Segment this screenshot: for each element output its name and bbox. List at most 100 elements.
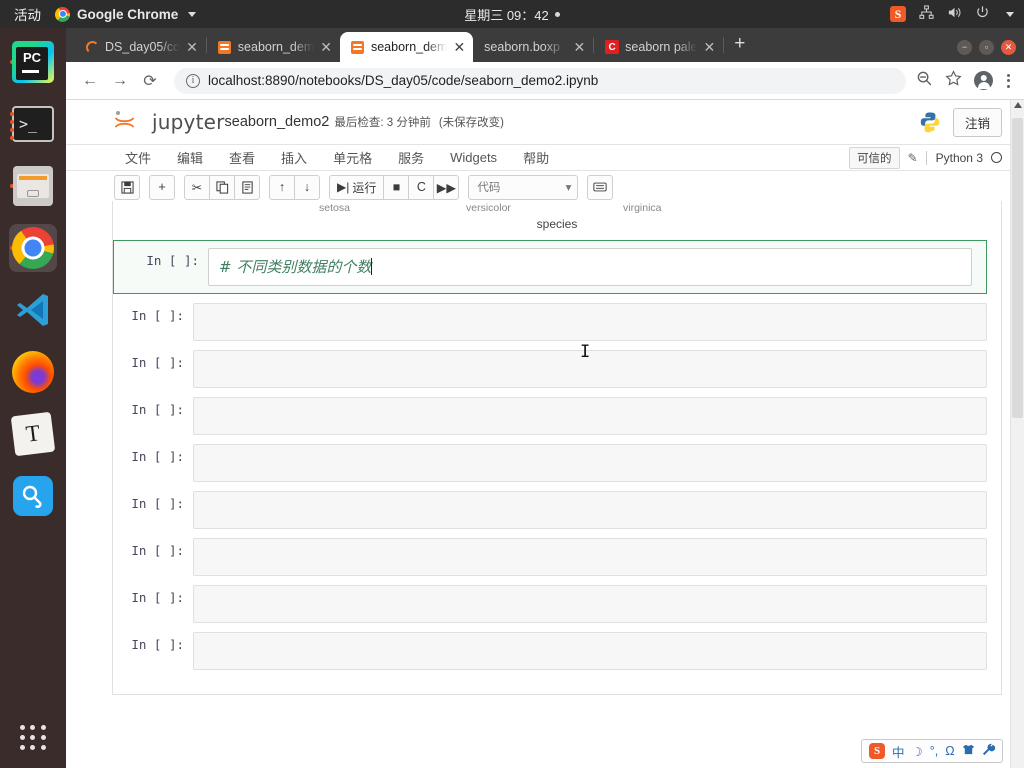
back-button[interactable]: ← bbox=[76, 67, 104, 95]
ime-punctuation-icon[interactable]: °, bbox=[930, 744, 938, 758]
paste-button[interactable] bbox=[234, 174, 260, 200]
site-info-icon[interactable]: i bbox=[186, 73, 200, 88]
cell-prompt: In [ ]: bbox=[146, 253, 199, 268]
chart-tick-versicolor: versicolor bbox=[466, 202, 511, 214]
gnome-top-bar: 活动 Google Chrome 星期三 09：42 S bbox=[0, 0, 1024, 28]
sogou-icon[interactable]: S bbox=[890, 6, 906, 22]
profile-avatar-icon[interactable] bbox=[974, 71, 993, 90]
browser-tab-3-active[interactable]: seaborn_dem ✕ bbox=[339, 32, 474, 62]
clock-label: 星期三 09：42 bbox=[464, 7, 549, 23]
chrome-menu-icon[interactable] bbox=[1005, 73, 1012, 88]
activities-button[interactable]: 活动 bbox=[0, 4, 55, 24]
dock-item-firefox[interactable] bbox=[9, 348, 57, 396]
cell-editor[interactable] bbox=[193, 397, 987, 435]
scroll-up-arrow-icon[interactable] bbox=[1014, 102, 1022, 108]
close-window-button[interactable]: ✕ bbox=[1001, 40, 1016, 55]
active-app-menu[interactable]: Google Chrome bbox=[55, 6, 197, 22]
cell-editor[interactable]: # 不同类别数据的个数 bbox=[208, 248, 972, 286]
menu-view[interactable]: 查看 bbox=[216, 148, 268, 167]
jupyter-logo-icon[interactable] bbox=[112, 109, 138, 135]
toolbar-group-run: ▶| 运行 ■ C ▶▶ bbox=[329, 174, 460, 200]
browser-tab-5[interactable]: C seaborn pale ✕ bbox=[594, 32, 723, 62]
close-icon[interactable]: ✕ bbox=[186, 40, 198, 54]
dock-item-google-chrome[interactable] bbox=[9, 224, 57, 272]
close-icon[interactable]: ✕ bbox=[703, 40, 715, 54]
bookmark-star-icon[interactable] bbox=[945, 69, 962, 92]
menu-kernel[interactable]: 服务 bbox=[385, 148, 437, 167]
address-bar[interactable]: i localhost:8890/notebooks/DS_day05/code… bbox=[174, 67, 906, 94]
notebook-cell-5[interactable]: In [ ]: bbox=[113, 444, 987, 482]
notebook-name[interactable]: seaborn_demo2 bbox=[225, 114, 330, 130]
browser-tab-1[interactable]: DS_day05/co ✕ bbox=[74, 32, 206, 62]
cut-button[interactable]: ✂ bbox=[184, 174, 210, 200]
cell-editor[interactable] bbox=[193, 491, 987, 529]
notebook-cell-2[interactable]: In [ ]: bbox=[113, 303, 987, 341]
close-icon[interactable]: ✕ bbox=[453, 40, 465, 54]
browser-tab-4[interactable]: seaborn.boxp ✕ bbox=[473, 32, 593, 62]
cell-editor[interactable] bbox=[193, 444, 987, 482]
notebook-cell-4[interactable]: In [ ]: bbox=[113, 397, 987, 435]
ime-settings-wrench-icon[interactable] bbox=[982, 743, 995, 759]
cell-type-select[interactable]: 代码 ▾ bbox=[468, 174, 579, 200]
page-scrollbar[interactable] bbox=[1010, 100, 1024, 768]
notebook-cell-6[interactable]: In [ ]: bbox=[113, 491, 987, 529]
move-cell-down-button[interactable]: ↓ bbox=[294, 174, 320, 200]
menu-widgets[interactable]: Widgets bbox=[437, 150, 510, 165]
ime-skin-icon[interactable] bbox=[962, 743, 975, 759]
notebook-cell-selected[interactable]: In [ ]: # 不同类别数据的个数 bbox=[113, 240, 987, 294]
mouse-text-cursor: I bbox=[580, 342, 591, 362]
insert-cell-button[interactable]: + bbox=[149, 174, 175, 200]
zoom-out-icon[interactable] bbox=[916, 70, 933, 92]
command-palette-button[interactable] bbox=[587, 174, 614, 200]
ime-mode-chinese-icon[interactable]: 中 bbox=[892, 742, 905, 761]
menu-file[interactable]: 文件 bbox=[112, 148, 164, 167]
cell-editor[interactable] bbox=[193, 303, 987, 341]
running-indicator bbox=[10, 120, 14, 124]
menu-cell[interactable]: 单元格 bbox=[320, 148, 385, 167]
cell-editor[interactable] bbox=[193, 538, 987, 576]
restart-kernel-button[interactable]: C bbox=[408, 174, 435, 200]
notebook-cell-3[interactable]: In [ ]: bbox=[113, 350, 987, 388]
run-cell-button[interactable]: ▶| 运行 bbox=[329, 174, 385, 200]
dock-item-pycharm[interactable] bbox=[9, 38, 57, 86]
show-applications-button[interactable] bbox=[20, 725, 46, 750]
kernel-name-label[interactable]: Python 3 bbox=[925, 150, 983, 165]
copy-button[interactable] bbox=[209, 174, 235, 200]
reload-button[interactable]: ⟳ bbox=[136, 67, 164, 95]
network-icon[interactable] bbox=[919, 5, 934, 23]
browser-tab-2[interactable]: seaborn_dem ✕ bbox=[207, 32, 340, 62]
interrupt-kernel-button[interactable]: ■ bbox=[383, 174, 410, 200]
notebook-cell-9[interactable]: In [ ]: bbox=[113, 632, 987, 670]
system-menu-chevron-icon[interactable] bbox=[1006, 11, 1014, 17]
sogou-logo-icon[interactable]: S bbox=[869, 743, 885, 759]
new-tab-button[interactable]: + bbox=[724, 33, 755, 58]
csdn-icon: C bbox=[605, 40, 620, 54]
menu-help[interactable]: 帮助 bbox=[510, 148, 562, 167]
menu-insert[interactable]: 插入 bbox=[268, 148, 320, 167]
minimize-button[interactable]: − bbox=[957, 40, 972, 55]
forward-button[interactable]: → bbox=[106, 67, 134, 95]
dock-item-typora[interactable]: T bbox=[9, 410, 57, 458]
dock-item-vscode[interactable] bbox=[9, 286, 57, 334]
dock-item-search-tool[interactable] bbox=[9, 472, 57, 520]
power-icon[interactable] bbox=[975, 5, 990, 23]
logout-button[interactable]: 注销 bbox=[952, 107, 1002, 137]
move-cell-up-button[interactable]: ↑ bbox=[269, 174, 295, 200]
ime-moon-icon[interactable]: ☽ bbox=[912, 744, 923, 759]
maximize-button[interactable]: ▫ bbox=[979, 40, 994, 55]
save-button[interactable] bbox=[114, 174, 140, 200]
close-icon[interactable]: ✕ bbox=[573, 40, 585, 54]
cell-editor[interactable] bbox=[193, 632, 987, 670]
notebook-cell-7[interactable]: In [ ]: bbox=[113, 538, 987, 576]
volume-icon[interactable] bbox=[947, 5, 962, 23]
restart-run-all-button[interactable]: ▶▶ bbox=[433, 174, 460, 200]
kernel-idle-icon bbox=[991, 152, 1002, 163]
cell-editor[interactable] bbox=[193, 585, 987, 623]
dock-item-files[interactable] bbox=[9, 162, 57, 210]
dock-item-terminal[interactable]: >_ bbox=[9, 100, 57, 148]
menu-edit[interactable]: 编辑 bbox=[164, 148, 216, 167]
notebook-cell-8[interactable]: In [ ]: bbox=[113, 585, 987, 623]
close-icon[interactable]: ✕ bbox=[320, 40, 332, 54]
scrollbar-thumb[interactable] bbox=[1012, 118, 1023, 418]
ime-symbol-icon[interactable]: Ω bbox=[945, 744, 954, 758]
